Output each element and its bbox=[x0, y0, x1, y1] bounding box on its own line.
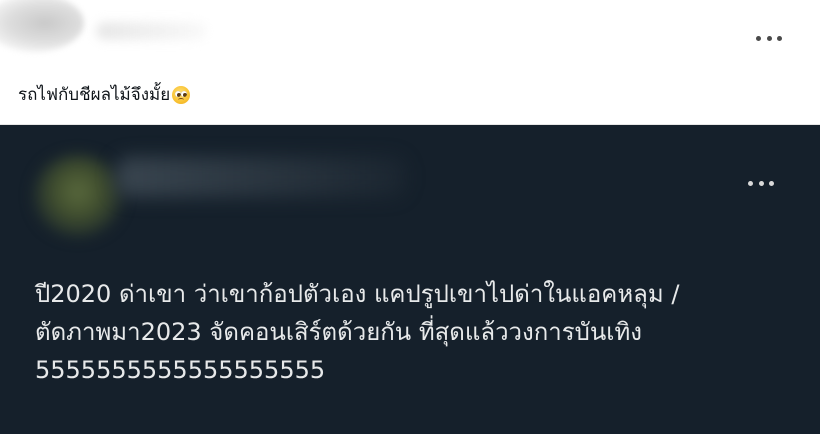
screenshot: รถไฟกับชีผลไม้จึงมั้ย ปี2020 ด่าเขา ว่าเ… bbox=[0, 0, 820, 434]
tweet-text-content: รถไฟกับชีผลไม้จึงมั้ย bbox=[18, 85, 171, 105]
avatar[interactable] bbox=[34, 155, 122, 237]
avatar[interactable] bbox=[0, 0, 84, 52]
tweet-text: รถไฟกับชีผลไม้จึงมั้ย bbox=[18, 84, 191, 106]
tweet-line: 5555555555555555555 bbox=[35, 356, 326, 384]
blurred-username bbox=[96, 22, 206, 40]
tweet-line: ตัดภาพมา2023 จัดคอนเสิร์ตด้วยกัน ที่สุดแ… bbox=[35, 318, 643, 346]
outer-tweet: รถไฟกับชีผลไม้จึงมั้ย bbox=[0, 0, 820, 125]
pleading-face-icon bbox=[172, 86, 191, 104]
quoted-tweet[interactable]: ปี2020 ด่าเขา ว่าเขาก้อปตัวเอง แคปรูปเขา… bbox=[0, 125, 820, 434]
blurred-username bbox=[116, 157, 406, 197]
quoted-tweet-text: ปี2020 ด่าเขา ว่าเขาก้อปตัวเอง แคปรูปเขา… bbox=[35, 275, 795, 389]
tweet-line: ปี2020 ด่าเขา ว่าเขาก้อปตัวเอง แคปรูปเขา… bbox=[35, 280, 680, 308]
more-icon[interactable] bbox=[748, 175, 774, 191]
more-icon[interactable] bbox=[756, 28, 782, 48]
